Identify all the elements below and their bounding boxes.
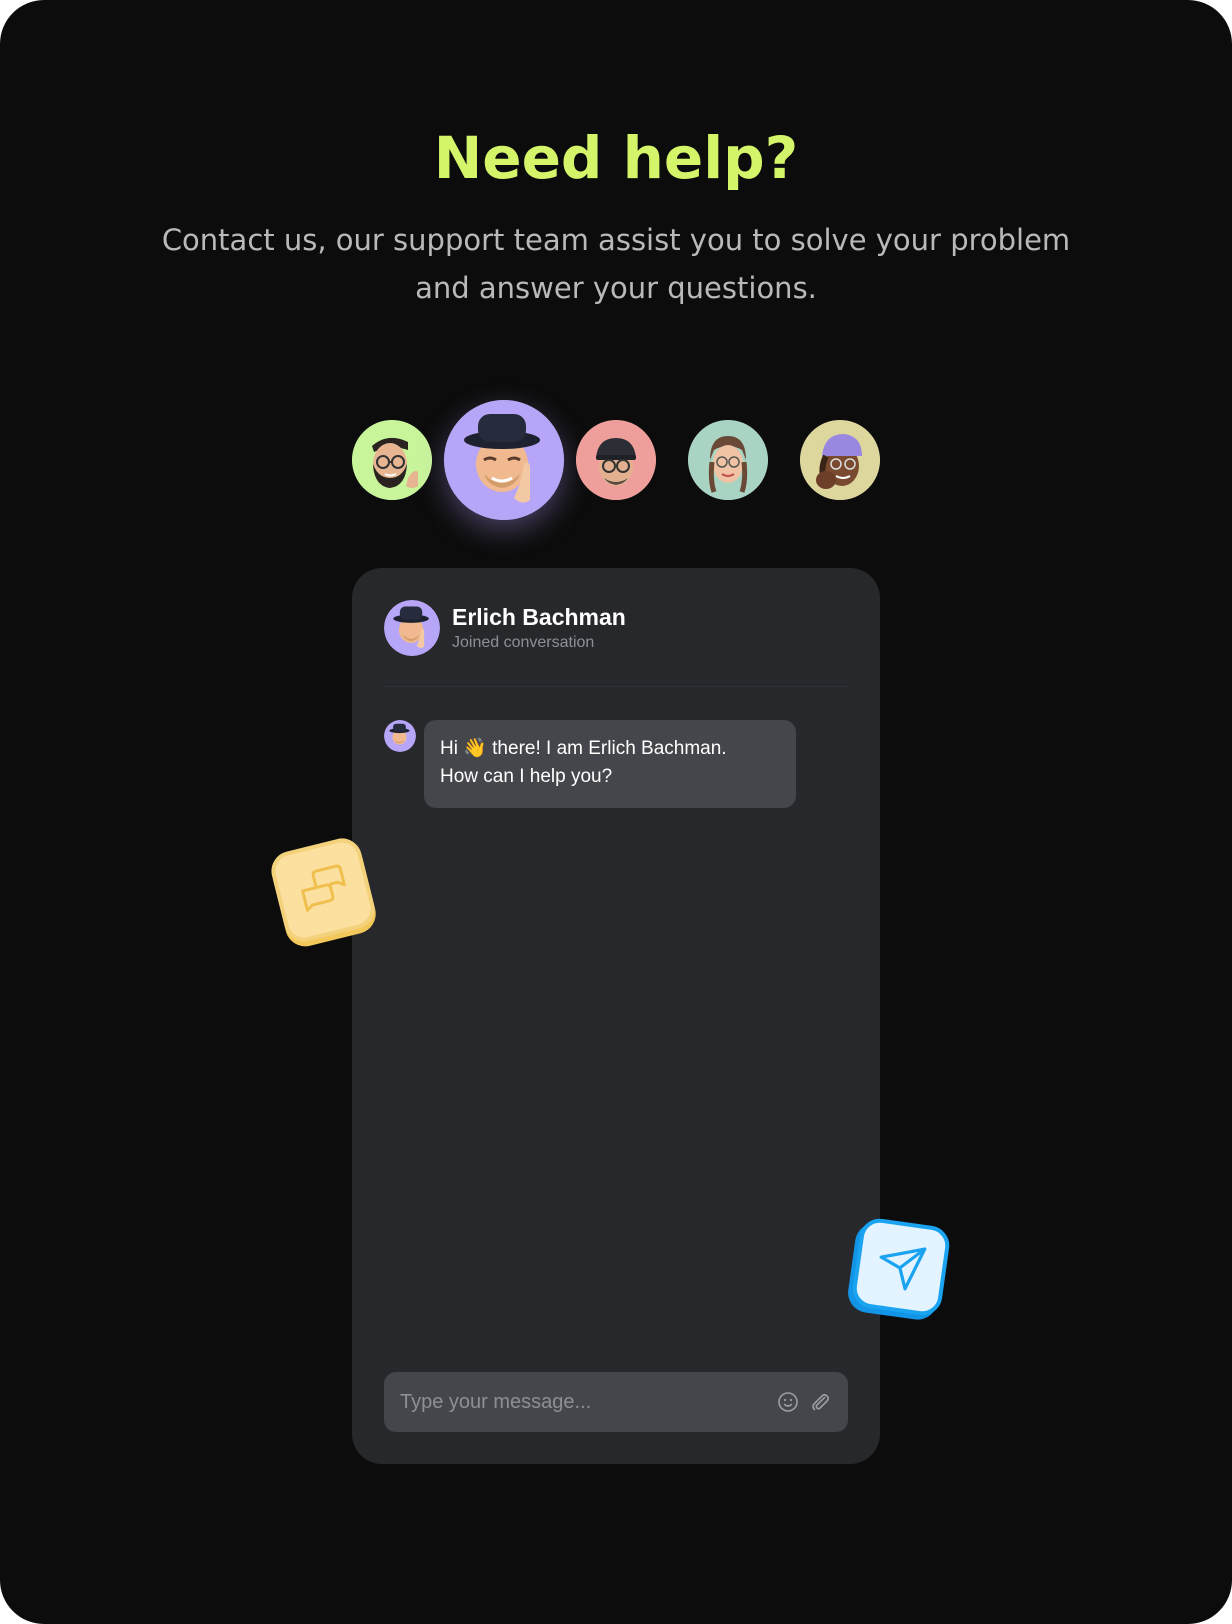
help-page: Need help? Contact us, our support team … xyxy=(0,0,1232,1624)
chat-bubbles-icon xyxy=(301,864,346,912)
agent-name: Erlich Bachman xyxy=(452,604,626,630)
message-input[interactable] xyxy=(384,1372,764,1432)
memoji-hat-icon xyxy=(384,600,440,656)
agent-status: Joined conversation xyxy=(452,634,595,651)
chat-window: Erlich Bachman Joined conversation Hi 👋 … xyxy=(352,568,880,1464)
support-avatar-1[interactable] xyxy=(352,420,432,500)
message-composer xyxy=(384,1372,848,1432)
page-subtitle: Contact us, our support team assist you … xyxy=(146,216,1086,312)
send-badge xyxy=(850,1216,952,1318)
message-text: Hi 👋 there! I am Erlich Bachman. xyxy=(440,738,727,759)
subtitle-line: Contact us, our support team assist you … xyxy=(161,223,1071,257)
memoji-bearded-glasses-icon xyxy=(352,420,432,500)
support-avatar-5[interactable] xyxy=(800,420,880,500)
support-avatar-2[interactable] xyxy=(444,400,564,520)
subtitle-line: and answer your questions. xyxy=(415,271,817,305)
smile-icon[interactable] xyxy=(776,1390,800,1414)
message-bubble: Hi 👋 there! I am Erlich Bachman. How can… xyxy=(424,720,796,808)
paperclip-icon[interactable] xyxy=(808,1390,832,1414)
support-avatar-4[interactable] xyxy=(688,420,768,500)
message-text: How can I help you? xyxy=(440,766,613,787)
memoji-cap-glasses-icon xyxy=(576,420,656,500)
memoji-hat-icon xyxy=(384,720,416,752)
header-divider xyxy=(384,686,848,687)
memoji-beanie-icon xyxy=(800,420,880,500)
support-avatar-3[interactable] xyxy=(576,420,656,500)
memoji-hat-icon xyxy=(444,400,564,520)
agent-avatar xyxy=(384,600,440,656)
memoji-braids-icon xyxy=(688,420,768,500)
send-icon xyxy=(879,1247,927,1291)
message-avatar xyxy=(384,720,416,752)
page-title: Need help? xyxy=(433,124,799,192)
